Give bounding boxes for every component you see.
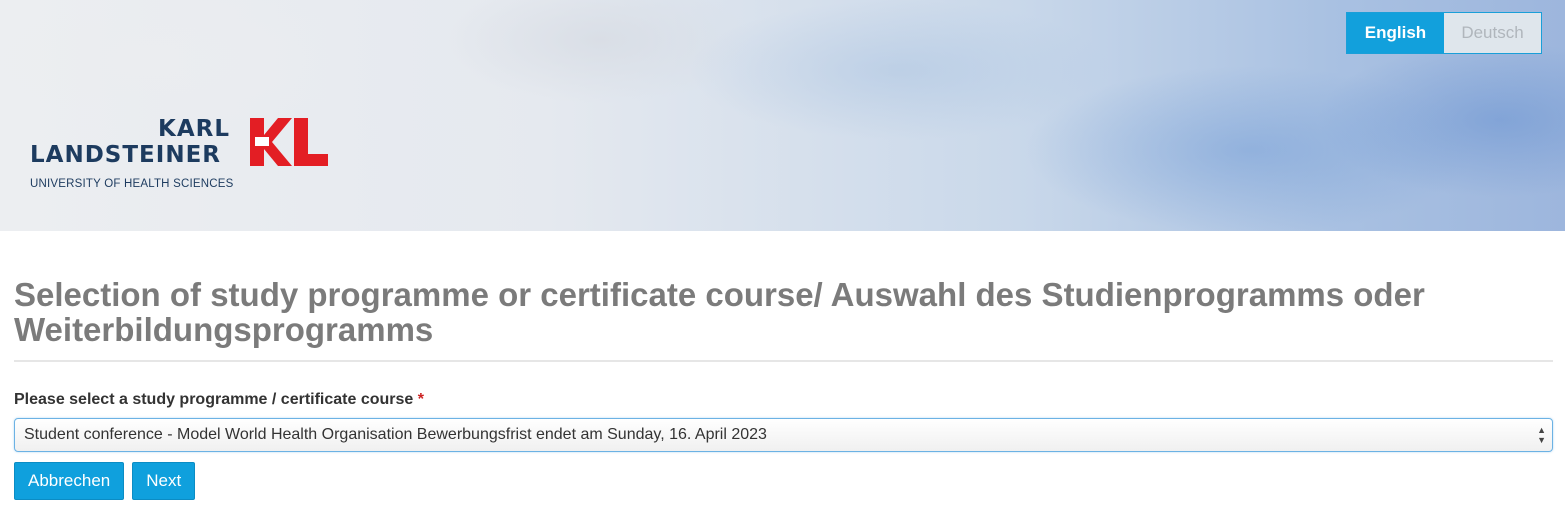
kl-logo-icon — [250, 118, 328, 166]
logo-line-landsteiner: LANDSTEINER — [30, 142, 221, 168]
header-banner: English Deutsch KARL LANDSTEINER UNIVERS… — [0, 0, 1565, 231]
logo-subtitle: UNIVERSITY OF HEALTH SCIENCES — [30, 178, 234, 190]
programme-select[interactable]: Student conference - Model World Health … — [14, 418, 1553, 452]
form-buttons: Abbrechen Next — [14, 462, 1553, 500]
language-english-button[interactable]: English — [1347, 13, 1444, 53]
main-content: Selection of study programme or certific… — [0, 231, 1565, 500]
logo-line-karl: KARL — [158, 116, 230, 142]
programme-field-label-text: Please select a study programme / certif… — [14, 391, 414, 408]
language-deutsch-button[interactable]: Deutsch — [1444, 13, 1541, 53]
cancel-button[interactable]: Abbrechen — [14, 462, 125, 500]
university-logo[interactable]: KARL LANDSTEINER UNIVERSITY OF HEALTH SC… — [30, 112, 350, 202]
select-arrows-icon: ▲ ▼ — [1537, 425, 1546, 445]
next-button[interactable]: Next — [132, 462, 196, 500]
title-divider — [14, 360, 1553, 362]
programme-select-value: Student conference - Model World Health … — [24, 426, 767, 443]
language-switch: English Deutsch — [1346, 12, 1542, 54]
required-marker: * — [417, 391, 424, 408]
page-title: Selection of study programme or certific… — [14, 276, 1425, 348]
programme-field-label: Please select a study programme / certif… — [14, 391, 1553, 409]
